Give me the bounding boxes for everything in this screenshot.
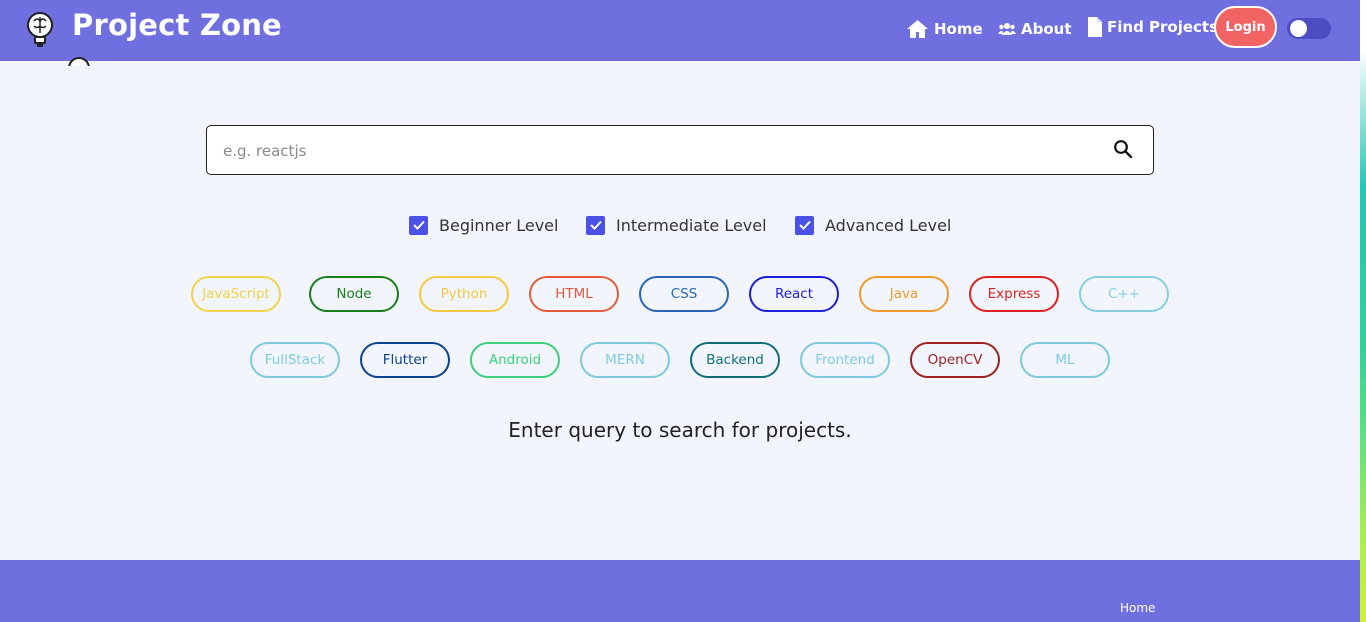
checkbox-checked-icon[interactable] <box>795 215 814 235</box>
advanced-level-label: Advanced Level <box>825 215 952 235</box>
tag-android[interactable]: Android <box>470 342 560 378</box>
file-icon <box>1088 17 1102 37</box>
lightbulb-brain-logo-icon <box>68 57 90 66</box>
tag-react[interactable]: React <box>749 276 839 312</box>
nav-home-link[interactable]: Home <box>906 17 983 41</box>
nav-about-link[interactable]: About <box>998 17 1072 41</box>
intermediate-level-label: Intermediate Level <box>616 215 767 235</box>
advanced-level-checkbox[interactable]: Advanced Level <box>795 213 951 237</box>
users-icon <box>998 23 1016 35</box>
footer-home-link[interactable]: Home <box>1120 601 1155 615</box>
theme-toggle[interactable] <box>1287 18 1331 39</box>
tag-ml[interactable]: ML <box>1020 342 1110 378</box>
search-icon[interactable] <box>1113 139 1133 159</box>
tag-python[interactable]: Python <box>419 276 509 312</box>
tag-flutter[interactable]: Flutter <box>360 342 450 378</box>
search-input[interactable] <box>223 138 1083 164</box>
search-box <box>206 125 1154 175</box>
tag-frontend[interactable]: Frontend <box>800 342 890 378</box>
tag-fullstack[interactable]: FullStack <box>250 342 340 378</box>
checkbox-checked-icon[interactable] <box>409 215 428 235</box>
tag-backend[interactable]: Backend <box>690 342 780 378</box>
tag-cpp[interactable]: C++ <box>1079 276 1169 312</box>
tag-javascript[interactable]: JavaScript <box>191 276 281 312</box>
checkbox-checked-icon[interactable] <box>586 215 605 235</box>
tag-mern[interactable]: MERN <box>580 342 670 378</box>
tag-css[interactable]: CSS <box>639 276 729 312</box>
tag-express[interactable]: Express <box>969 276 1059 312</box>
empty-state-message: Enter query to search for projects. <box>508 418 852 442</box>
nav-about-label: About <box>1021 20 1072 38</box>
footer: Home <box>0 560 1360 622</box>
beginner-level-checkbox[interactable]: Beginner Level <box>409 213 558 237</box>
scrollbar[interactable] <box>1360 0 1366 622</box>
theme-toggle-knob <box>1290 20 1307 37</box>
tag-java[interactable]: Java <box>859 276 949 312</box>
navbar: Project Zone Home About Find Projects Lo… <box>0 0 1360 61</box>
intermediate-level-checkbox[interactable]: Intermediate Level <box>586 213 767 237</box>
login-button[interactable]: Login <box>1214 6 1277 48</box>
brand-title[interactable]: Project Zone <box>72 8 282 42</box>
tag-opencv[interactable]: OpenCV <box>910 342 1000 378</box>
beginner-level-label: Beginner Level <box>439 215 559 235</box>
nav-home-label: Home <box>934 20 983 38</box>
tag-html[interactable]: HTML <box>529 276 619 312</box>
tag-node[interactable]: Node <box>309 276 399 312</box>
home-icon <box>907 20 928 38</box>
lightbulb-brain-logo-icon[interactable] <box>25 11 55 49</box>
nav-find-projects-link[interactable]: Find Projects <box>1088 15 1218 39</box>
nav-find-projects-label: Find Projects <box>1107 18 1219 36</box>
